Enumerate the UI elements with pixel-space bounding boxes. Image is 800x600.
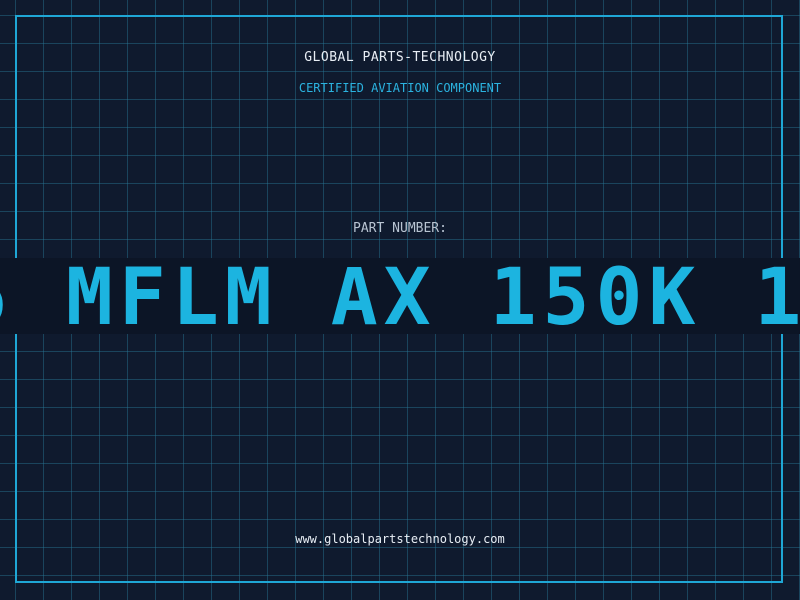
part-number-value: 6 MFLM AX 150K 1% 9 <box>0 258 800 334</box>
company-name: GLOBAL PARTS-TECHNOLOGY <box>304 50 496 65</box>
certificate-page: GLOBAL PARTS-TECHNOLOGY CERTIFIED AVIATI… <box>0 0 800 600</box>
part-number-band: 6 MFLM AX 150K 1% 9 <box>0 258 800 334</box>
part-number-label: PART NUMBER: <box>353 221 447 236</box>
website-url[interactable]: www.globalpartstechnology.com <box>0 532 800 546</box>
certification-tagline: CERTIFIED AVIATION COMPONENT <box>298 81 502 95</box>
